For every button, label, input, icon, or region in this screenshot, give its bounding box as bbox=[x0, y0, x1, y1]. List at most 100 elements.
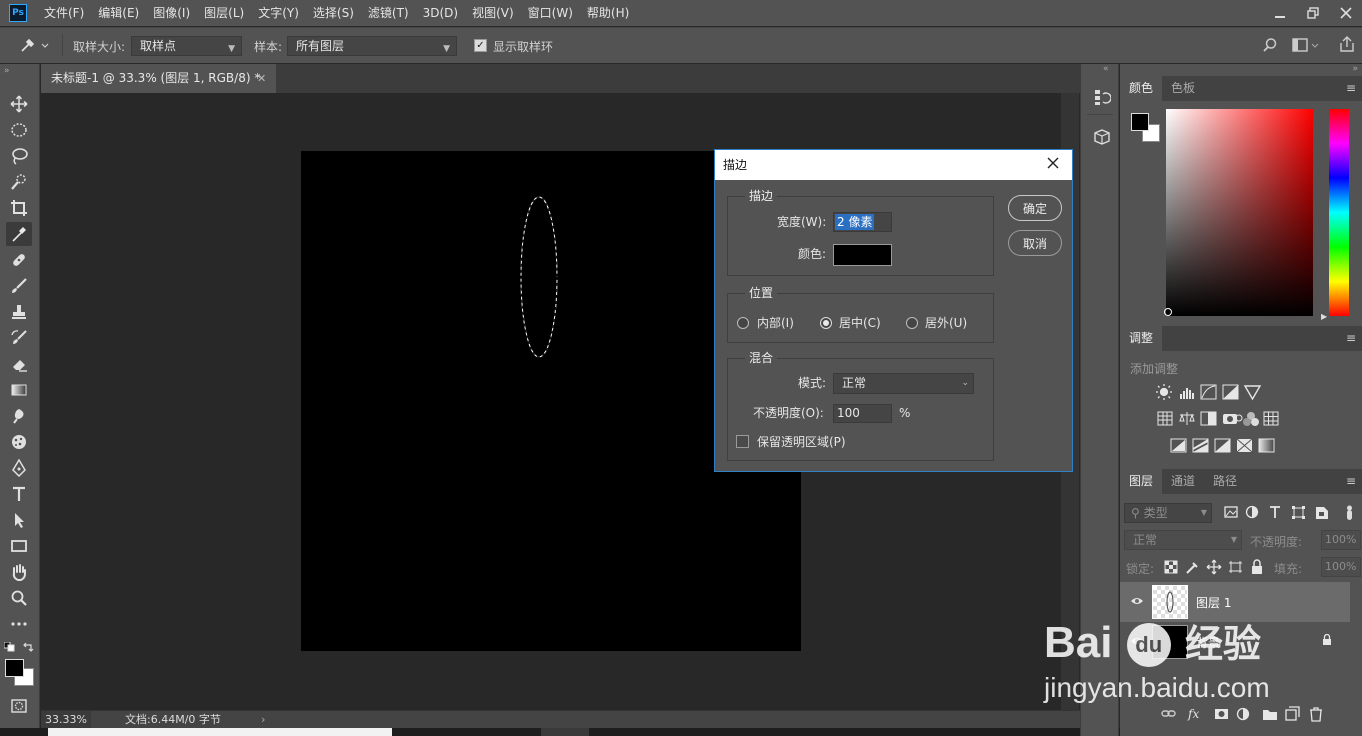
menu-image[interactable]: 图像(I) bbox=[146, 0, 197, 26]
menu-edit[interactable]: 编辑(E) bbox=[91, 0, 146, 26]
zoom-level[interactable]: 33.33% bbox=[41, 711, 91, 728]
stroke-color-swatch[interactable] bbox=[833, 244, 892, 266]
opacity-input[interactable]: 100% bbox=[1321, 530, 1361, 550]
foreground-color-swatch[interactable] bbox=[5, 659, 24, 677]
eraser-tool[interactable] bbox=[6, 352, 32, 376]
color-picker-cursor[interactable] bbox=[1164, 308, 1172, 316]
blend-mode-select[interactable]: 正常 ▼ bbox=[1124, 530, 1242, 550]
stroke-group-title: 描边 bbox=[745, 189, 778, 203]
dialog-close-button[interactable] bbox=[1046, 156, 1062, 172]
width-input[interactable]: 2 像素 bbox=[833, 212, 892, 232]
menu-window[interactable]: 窗口(W) bbox=[521, 0, 580, 26]
collapse-icon[interactable]: « bbox=[1103, 64, 1109, 74]
search-button[interactable] bbox=[1262, 37, 1278, 53]
document-tab[interactable]: 未标题-1 @ 33.3% (图层 1, RGB/8) * ✕ bbox=[41, 64, 276, 93]
collapse-icon[interactable]: » bbox=[4, 66, 10, 76]
healing-brush-tool[interactable] bbox=[6, 248, 32, 272]
hue-slider-handle[interactable]: ▶ bbox=[1321, 312, 1327, 321]
radio-inside-label[interactable]: 内部(I) bbox=[757, 315, 794, 331]
quick-mask-button[interactable] bbox=[6, 694, 32, 718]
sample-select[interactable]: 所有图层 ▼ bbox=[287, 36, 457, 56]
minimize-button[interactable] bbox=[1263, 0, 1296, 26]
clone-stamp-tool[interactable] bbox=[6, 300, 32, 324]
type-tool[interactable] bbox=[6, 482, 32, 506]
foreground-color-swatch[interactable] bbox=[1131, 113, 1149, 131]
layer-filter-icons[interactable] bbox=[1224, 505, 1360, 521]
show-sampling-ring-checkbox[interactable]: ✓ bbox=[474, 39, 487, 52]
mode-select[interactable]: 正常 ⌄ bbox=[833, 373, 974, 394]
history-panel-button[interactable] bbox=[1093, 88, 1111, 106]
eyedropper-tool[interactable] bbox=[6, 222, 32, 246]
radio-center-label[interactable]: 居中(C) bbox=[839, 315, 881, 331]
3d-panel-button[interactable] bbox=[1093, 128, 1111, 146]
lasso-icon bbox=[12, 148, 28, 165]
tab-paths[interactable]: 路径 bbox=[1204, 469, 1246, 494]
menu-view[interactable]: 视图(V) bbox=[465, 0, 521, 26]
collapse-icon[interactable]: » bbox=[1352, 64, 1358, 74]
tab-color[interactable]: 颜色 bbox=[1120, 76, 1163, 101]
hand-tool[interactable] bbox=[6, 560, 32, 584]
tab-adjustments[interactable]: 调整 bbox=[1120, 326, 1163, 351]
chevron-right-icon[interactable]: › bbox=[261, 711, 265, 728]
layer-filter-select[interactable]: ⚲ 类型 ▼ bbox=[1124, 503, 1212, 523]
menu-select[interactable]: 选择(S) bbox=[306, 0, 361, 26]
menu-type[interactable]: 文字(Y) bbox=[251, 0, 306, 26]
hue-slider[interactable] bbox=[1329, 109, 1349, 316]
close-button[interactable] bbox=[1329, 0, 1362, 26]
share-button[interactable] bbox=[1338, 35, 1356, 53]
lasso-tool[interactable] bbox=[6, 144, 32, 168]
workspace-button[interactable] bbox=[1292, 37, 1320, 53]
pen-tool[interactable] bbox=[6, 456, 32, 480]
eyedropper-tool-preset[interactable] bbox=[18, 36, 52, 54]
marquee-tool[interactable] bbox=[6, 118, 32, 142]
quick-selection-tool[interactable] bbox=[6, 170, 32, 194]
history-brush-tool[interactable] bbox=[6, 326, 32, 350]
menu-filter[interactable]: 滤镜(T) bbox=[361, 0, 416, 26]
tab-channels[interactable]: 通道 bbox=[1162, 469, 1204, 494]
radio-inside[interactable] bbox=[737, 317, 749, 329]
menu-3d[interactable]: 3D(D) bbox=[416, 0, 465, 26]
tab-layers[interactable]: 图层 bbox=[1120, 469, 1163, 494]
move-tool[interactable] bbox=[6, 92, 32, 116]
panel-menu-icon[interactable]: ≡ bbox=[1346, 81, 1356, 95]
sponge-tool[interactable] bbox=[6, 430, 32, 454]
layer-row[interactable]: 图层 1 bbox=[1120, 582, 1350, 622]
path-selection-tool[interactable] bbox=[6, 508, 32, 532]
default-colors-button[interactable] bbox=[4, 642, 16, 652]
opacity-input[interactable]: 100 bbox=[833, 404, 892, 423]
radio-outside-label[interactable]: 居外(U) bbox=[925, 315, 967, 331]
radio-center[interactable] bbox=[820, 317, 832, 329]
sample-size-select[interactable]: 取样点 ▼ bbox=[131, 36, 242, 56]
rectangle-tool[interactable] bbox=[6, 534, 32, 558]
panel-menu-icon[interactable]: ≡ bbox=[1346, 331, 1356, 345]
menu-file[interactable]: 文件(F) bbox=[37, 0, 91, 26]
tab-swatches[interactable]: 色板 bbox=[1162, 76, 1204, 101]
preserve-transparency-checkbox[interactable] bbox=[736, 435, 749, 448]
opacity-label: 不透明度: bbox=[1250, 535, 1303, 549]
edit-toolbar-button[interactable] bbox=[6, 612, 32, 636]
ok-button[interactable]: 确定 bbox=[1008, 195, 1062, 221]
crop-tool[interactable] bbox=[6, 196, 32, 220]
color-label: 颜色: bbox=[798, 247, 827, 261]
cancel-button[interactable]: 取消 bbox=[1008, 230, 1062, 256]
minimize-icon bbox=[1274, 16, 1285, 18]
radio-outside[interactable] bbox=[906, 317, 918, 329]
preserve-transparency-label[interactable]: 保留透明区域(P) bbox=[757, 434, 846, 450]
lock-label: 锁定: bbox=[1126, 562, 1155, 576]
brush-tool[interactable] bbox=[6, 274, 32, 298]
eye-icon[interactable] bbox=[1130, 596, 1144, 606]
saturation-brightness-field[interactable] bbox=[1166, 109, 1313, 316]
close-tab-icon[interactable]: ✕ bbox=[257, 64, 266, 93]
swap-colors-button[interactable] bbox=[22, 641, 34, 653]
gradient-tool[interactable] bbox=[6, 378, 32, 402]
restore-button[interactable] bbox=[1296, 0, 1329, 26]
blur-tool[interactable] bbox=[6, 404, 32, 428]
menu-help[interactable]: 帮助(H) bbox=[580, 0, 636, 26]
menu-layer[interactable]: 图层(L) bbox=[197, 0, 251, 26]
panel-menu-icon[interactable]: ≡ bbox=[1346, 474, 1356, 488]
zoom-tool[interactable] bbox=[6, 586, 32, 610]
lock-icons[interactable] bbox=[1164, 559, 1268, 575]
layer-name[interactable]: 图层 1 bbox=[1196, 594, 1231, 611]
fill-input[interactable]: 100% bbox=[1321, 557, 1361, 577]
move-icon bbox=[10, 95, 28, 113]
